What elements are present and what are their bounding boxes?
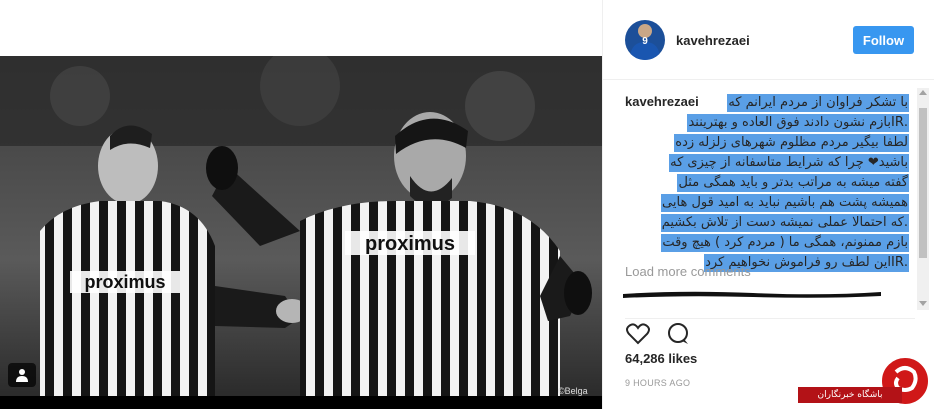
caption-line: همیشه پشت هم باشیم نباید به امید قول های… bbox=[661, 194, 909, 212]
post-timestamp[interactable]: 9 HOURS AGO bbox=[625, 378, 690, 388]
post-header: 9 kavehrezaei Follow bbox=[603, 0, 934, 80]
post-author-username[interactable]: kavehrezaei bbox=[676, 33, 750, 48]
caption-line: بازم ممنونم، همگی ما ( مردم کرد ) هیچ وق… bbox=[661, 234, 909, 252]
football-players-photo: proximus proximus bbox=[0, 56, 602, 396]
post-actions bbox=[625, 318, 915, 348]
scroll-thumb[interactable] bbox=[919, 108, 927, 258]
avatar[interactable]: 9 bbox=[625, 20, 665, 60]
post-sidebar: 9 kavehrezaei Follow kavehrezaei با تشکر… bbox=[602, 0, 934, 409]
caption-line: .IRبازم نشون دادند فوق العاده و بهترینند bbox=[687, 114, 909, 132]
left-jersey-sponsor: proximus bbox=[84, 272, 165, 292]
caption-username[interactable]: kavehrezaei bbox=[625, 94, 699, 109]
photo-top-margin bbox=[0, 0, 602, 56]
right-jersey-sponsor: proximus bbox=[365, 233, 455, 255]
caption-line: لطفا بیگیر مردم مظلوم شهرهای زلزله زده bbox=[674, 134, 909, 152]
photo-credit: ©Belga bbox=[558, 386, 588, 396]
comment-bubble-icon[interactable] bbox=[665, 321, 691, 347]
avatar-jersey-number: 9 bbox=[642, 36, 648, 47]
like-heart-icon[interactable] bbox=[625, 321, 651, 347]
watermark-banner: باشگاه خبرنگاران bbox=[798, 387, 902, 403]
follow-button[interactable]: Follow bbox=[853, 26, 914, 54]
scroll-up-arrow-icon[interactable] bbox=[919, 90, 927, 95]
instagram-post-view: proximus proximus ©Belga 9 kavehrezaei F… bbox=[0, 0, 934, 409]
comments-scrollbar[interactable] bbox=[917, 88, 929, 310]
post-photo[interactable]: proximus proximus bbox=[0, 56, 602, 396]
caption-line: باشید❤ چرا که شرایط متاسفانه از چیزی که bbox=[669, 154, 909, 172]
post-photo-area: proximus proximus ©Belga bbox=[0, 0, 602, 409]
scroll-down-arrow-icon[interactable] bbox=[919, 301, 927, 306]
redacted-comment bbox=[623, 291, 881, 298]
caption-line: گفته میشه به مراتب بدتر و باید همگی مثل bbox=[677, 174, 909, 192]
caption-line: .که احتمالا عملی نمیشه دست از تلاش بکشیم bbox=[660, 214, 909, 232]
like-count[interactable]: 64,286 likes bbox=[625, 351, 697, 366]
load-more-comments-link[interactable]: Load more comments bbox=[625, 264, 751, 279]
tagged-users-icon[interactable] bbox=[8, 363, 36, 387]
caption-line: با تشکر فراوان از مردم ایرانم که bbox=[727, 94, 909, 112]
